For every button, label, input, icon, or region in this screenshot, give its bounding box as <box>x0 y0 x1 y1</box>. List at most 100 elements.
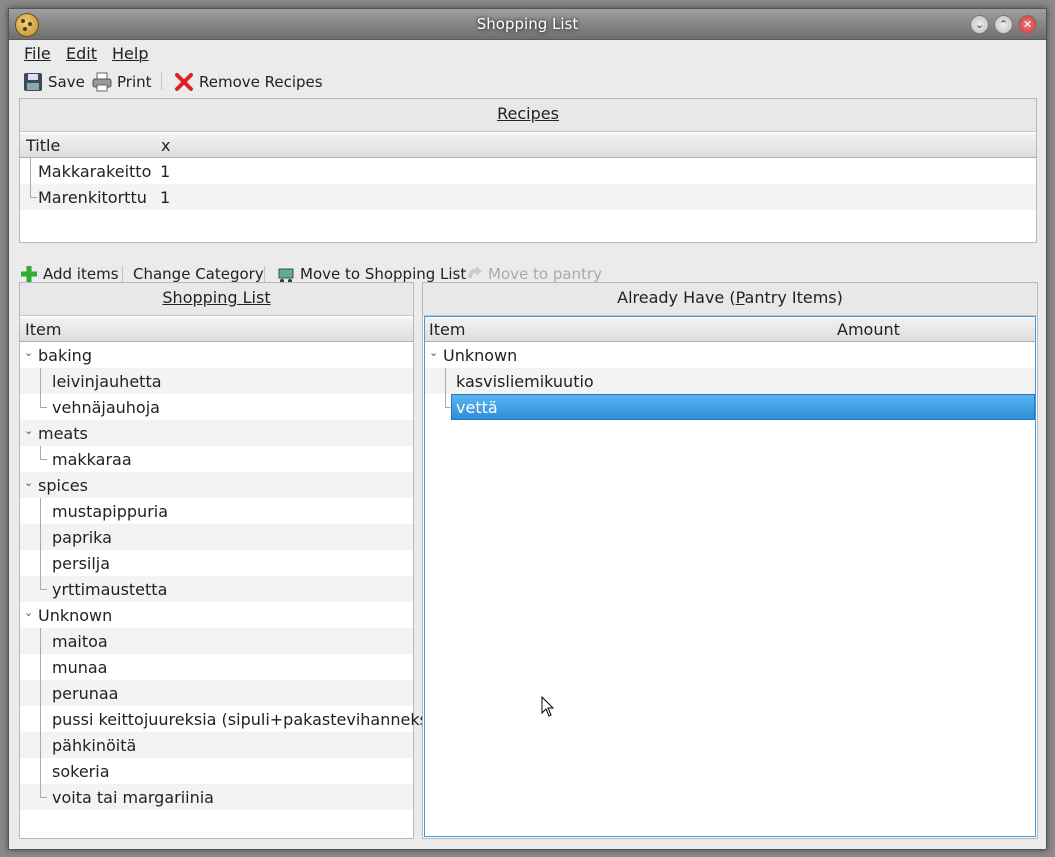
close-icon[interactable]: ✕ <box>1018 15 1037 34</box>
category-label: Unknown <box>443 346 518 365</box>
tree-line <box>40 498 41 524</box>
shopping-item-row[interactable]: munaa <box>20 654 413 680</box>
tree-line <box>40 446 47 460</box>
title-bar[interactable]: Shopping List ⌄ ⌃ ✕ <box>9 9 1046 40</box>
selected-row-highlight: vettä <box>451 394 1035 420</box>
chevron-down-icon: ⌄ <box>24 424 34 437</box>
pantry-item-row[interactable]: vettä <box>425 394 1035 420</box>
category-label: meats <box>38 424 88 443</box>
tree-line <box>40 706 41 732</box>
move-to-pantry-label: Move to pantry <box>488 265 602 283</box>
tree-line <box>30 158 31 184</box>
floppy-disk-icon <box>23 72 43 92</box>
shopping-item-row[interactable]: persilja <box>20 550 413 576</box>
shopping-list-header: Shopping List <box>20 283 413 316</box>
recipes-column-header: Title x <box>20 134 1036 158</box>
item-label: pähkinöitä <box>52 736 137 755</box>
item-label: perunaa <box>52 684 119 703</box>
window-title: Shopping List <box>476 15 579 33</box>
move-to-shopping-list-button[interactable]: Move to Shopping List <box>276 264 466 284</box>
menu-edit[interactable]: Edit <box>66 44 97 63</box>
save-label: Save <box>48 73 85 91</box>
recipe-title: Marenkitorttu <box>38 188 147 207</box>
item-label: munaa <box>52 658 108 677</box>
cart-icon <box>276 264 296 284</box>
remove-recipes-button[interactable]: Remove Recipes <box>174 70 323 94</box>
remove-recipes-label: Remove Recipes <box>199 73 323 91</box>
move-to-pantry-button[interactable]: Move to pantry <box>464 264 602 284</box>
shopping-item-row[interactable]: mustapippuria <box>20 498 413 524</box>
category-label: spices <box>38 476 88 495</box>
app-window: Shopping List ⌄ ⌃ ✕ File Edit Help Save … <box>8 8 1047 850</box>
item-label: yrttimaustetta <box>52 580 168 599</box>
recipes-header: Recipes <box>20 99 1036 132</box>
column-item[interactable]: Item <box>429 320 465 339</box>
shopping-list-panel: Shopping List Item ⌄ baking leivinjauhetta… <box>19 282 432 839</box>
shopping-item-row[interactable]: vehnäjauhoja <box>20 394 413 420</box>
add-items-label: Add items <box>43 265 119 283</box>
pantry-title: Already Have (Pantry Items) <box>617 288 843 307</box>
tree-line <box>30 184 37 198</box>
print-button[interactable]: Print <box>92 70 152 94</box>
print-label: Print <box>117 73 152 91</box>
recipe-count: 1 <box>160 162 171 181</box>
red-x-icon <box>174 72 194 92</box>
tree-line <box>40 550 41 576</box>
item-label: voita tai margariinia <box>52 788 214 807</box>
chevron-down-icon: ⌄ <box>24 606 34 619</box>
item-label: persilja <box>52 554 111 573</box>
minimize-icon[interactable]: ⌄ <box>970 15 989 34</box>
shopping-item-row[interactable]: pähkinöitä <box>20 732 413 758</box>
category-label: baking <box>38 346 92 365</box>
shopping-item-row[interactable]: voita tai margariinia <box>20 784 413 810</box>
shopping-item-row[interactable]: makkaraa <box>20 446 413 472</box>
item-label: kasvisliemikuutio <box>456 372 594 391</box>
add-items-button[interactable]: Add items <box>19 264 119 284</box>
chevron-down-icon: ⌄ <box>429 346 439 359</box>
shopping-item-row[interactable]: leivinjauhetta <box>20 368 413 394</box>
recipe-row[interactable]: Makkarakeitto 1 <box>20 158 1036 184</box>
tree-line <box>40 628 41 654</box>
pantry-tree-focus: Item Amount ⌄ Unknown kasvisliemikuutio … <box>424 316 1036 837</box>
category-row[interactable]: ⌄ meats <box>20 420 413 446</box>
category-row[interactable]: ⌄ spices <box>20 472 413 498</box>
column-title[interactable]: Title <box>26 136 60 155</box>
shopping-item-row[interactable]: paprika <box>20 524 413 550</box>
recipes-panel: Recipes Title x Makkarakeitto 1 Marenkit… <box>19 98 1037 243</box>
shopping-item-row[interactable]: maitoa <box>20 628 413 654</box>
pantry-item-row[interactable]: kasvisliemikuutio <box>425 368 1035 394</box>
category-row[interactable]: ⌄ baking <box>20 342 413 368</box>
tree-line <box>40 784 47 798</box>
category-row[interactable]: ⌄ Unknown <box>425 342 1035 368</box>
shopping-item-row[interactable]: sokeria <box>20 758 413 784</box>
shopping-item-row[interactable]: pussi keittojuureksia (sipuli+pakastevih… <box>20 706 432 732</box>
menu-file[interactable]: File <box>24 44 51 63</box>
tree-line <box>40 524 41 550</box>
tree-line <box>40 732 41 758</box>
shopping-item-row[interactable]: perunaa <box>20 680 413 706</box>
maximize-icon[interactable]: ⌃ <box>994 15 1013 34</box>
category-row[interactable]: ⌄ Unknown <box>20 602 413 628</box>
item-label: leivinjauhetta <box>52 372 162 391</box>
tree-line <box>40 394 47 408</box>
change-category-button[interactable]: Change Category <box>133 264 264 284</box>
shopping-item-row[interactable]: yrttimaustetta <box>20 576 413 602</box>
item-label: vehnäjauhoja <box>52 398 160 417</box>
save-button[interactable]: Save <box>23 70 85 94</box>
column-item[interactable]: Item <box>25 320 61 339</box>
green-plus-icon <box>19 264 39 284</box>
chevron-down-icon: ⌄ <box>24 476 34 489</box>
item-label: vettä <box>456 398 498 417</box>
mouse-cursor-icon <box>541 696 555 717</box>
pantry-arrow-icon <box>464 264 484 284</box>
column-x[interactable]: x <box>161 136 170 155</box>
recipe-row[interactable]: Marenkitorttu 1 <box>20 184 1036 210</box>
printer-icon <box>92 72 112 92</box>
menu-help[interactable]: Help <box>112 44 148 63</box>
column-amount[interactable]: Amount <box>837 320 900 339</box>
pantry-panel: Already Have (Pantry Items) Item Amount … <box>422 282 1038 839</box>
shopping-list-title: Shopping List <box>162 288 271 307</box>
item-label: paprika <box>52 528 112 547</box>
chevron-down-icon: ⌄ <box>24 346 34 359</box>
recipe-count: 1 <box>160 188 171 207</box>
